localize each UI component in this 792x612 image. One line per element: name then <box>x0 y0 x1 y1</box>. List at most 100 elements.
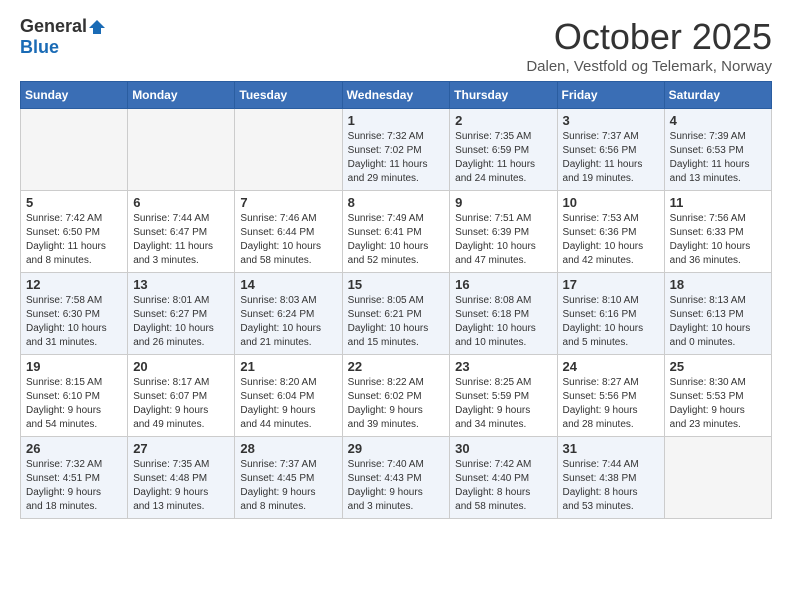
cell-info-text: Sunrise: 7:42 AM Sunset: 6:50 PM Dayligh… <box>26 212 122 268</box>
cell-info-text: Sunrise: 8:13 AM Sunset: 6:13 PM Dayligh… <box>670 294 766 350</box>
cell-date-number: 9 <box>455 195 551 210</box>
title-block: October 2025 Dalen, Vestfold og Telemark… <box>526 16 772 75</box>
day-header-sunday: Sunday <box>21 82 128 109</box>
cell-info-text: Sunrise: 8:30 AM Sunset: 5:53 PM Dayligh… <box>670 376 766 432</box>
cell-info-text: Sunrise: 8:27 AM Sunset: 5:56 PM Dayligh… <box>563 376 659 432</box>
cell-info-text: Sunrise: 7:42 AM Sunset: 4:40 PM Dayligh… <box>455 458 551 514</box>
cell-date-number: 4 <box>670 113 766 128</box>
calendar-cell: 6 Sunrise: 7:44 AM Sunset: 6:47 PM Daylig… <box>128 191 235 273</box>
cell-date-number: 25 <box>670 359 766 374</box>
calendar-cell <box>235 109 342 191</box>
cell-info-text: Sunrise: 8:05 AM Sunset: 6:21 PM Dayligh… <box>348 294 445 350</box>
cell-date-number: 22 <box>348 359 445 374</box>
cell-date-number: 11 <box>670 195 766 210</box>
calendar-week-3: 12 Sunrise: 7:58 AM Sunset: 6:30 PM Dayli… <box>21 273 772 355</box>
cell-info-text: Sunrise: 8:08 AM Sunset: 6:18 PM Dayligh… <box>455 294 551 350</box>
calendar-cell: 30 Sunrise: 7:42 AM Sunset: 4:40 PM Dayli… <box>450 437 557 519</box>
cell-info-text: Sunrise: 8:10 AM Sunset: 6:16 PM Dayligh… <box>563 294 659 350</box>
calendar-cell: 25 Sunrise: 8:30 AM Sunset: 5:53 PM Dayli… <box>664 355 771 437</box>
calendar-cell: 13Sunrise: 8:01 AM Sunset: 6:27 PM Dayli… <box>128 273 235 355</box>
cell-info-text: Sunrise: 7:51 AM Sunset: 6:39 PM Dayligh… <box>455 212 551 268</box>
cell-date-number: 14 <box>240 277 336 292</box>
cell-date-number: 12 <box>26 277 122 292</box>
calendar-cell: 14 Sunrise: 8:03 AM Sunset: 6:24 PM Dayli… <box>235 273 342 355</box>
cell-date-number: 26 <box>26 441 122 456</box>
cell-date-number: 16 <box>455 277 551 292</box>
cell-date-number: 23 <box>455 359 551 374</box>
calendar-cell: 5 Sunrise: 7:42 AM Sunset: 6:50 PM Daylig… <box>21 191 128 273</box>
calendar-cell: 24 Sunrise: 8:27 AM Sunset: 5:56 PM Dayli… <box>557 355 664 437</box>
cell-date-number: 3 <box>563 113 659 128</box>
calendar-cell: 28Sunrise: 7:37 AM Sunset: 4:45 PM Dayli… <box>235 437 342 519</box>
day-header-wednesday: Wednesday <box>342 82 450 109</box>
calendar-cell: 21Sunrise: 8:20 AM Sunset: 6:04 PM Dayli… <box>235 355 342 437</box>
calendar-week-4: 19Sunrise: 8:15 AM Sunset: 6:10 PM Dayli… <box>21 355 772 437</box>
calendar-cell: 4 Sunrise: 7:39 AM Sunset: 6:53 PM Daylig… <box>664 109 771 191</box>
cell-date-number: 15 <box>348 277 445 292</box>
day-header-thursday: Thursday <box>450 82 557 109</box>
cell-info-text: Sunrise: 8:25 AM Sunset: 5:59 PM Dayligh… <box>455 376 551 432</box>
day-header-tuesday: Tuesday <box>235 82 342 109</box>
cell-info-text: Sunrise: 7:32 AM Sunset: 7:02 PM Dayligh… <box>348 130 445 186</box>
day-header-monday: Monday <box>128 82 235 109</box>
calendar-cell <box>128 109 235 191</box>
calendar-cell: 15 Sunrise: 8:05 AM Sunset: 6:21 PM Dayli… <box>342 273 450 355</box>
header: General Blue October 2025 Dalen, Vestfol… <box>20 16 772 75</box>
calendar-table: SundayMondayTuesdayWednesdayThursdayFrid… <box>20 81 772 519</box>
cell-date-number: 17 <box>563 277 659 292</box>
cell-info-text: Sunrise: 7:49 AM Sunset: 6:41 PM Dayligh… <box>348 212 445 268</box>
calendar-cell: 11 Sunrise: 7:56 AM Sunset: 6:33 PM Dayli… <box>664 191 771 273</box>
cell-info-text: Sunrise: 7:39 AM Sunset: 6:53 PM Dayligh… <box>670 130 766 186</box>
cell-date-number: 24 <box>563 359 659 374</box>
calendar-cell: 12 Sunrise: 7:58 AM Sunset: 6:30 PM Dayli… <box>21 273 128 355</box>
cell-date-number: 2 <box>455 113 551 128</box>
cell-info-text: Sunrise: 8:22 AM Sunset: 6:02 PM Dayligh… <box>348 376 445 432</box>
calendar-cell: 2 Sunrise: 7:35 AM Sunset: 6:59 PM Daylig… <box>450 109 557 191</box>
calendar-cell: 27Sunrise: 7:35 AM Sunset: 4:48 PM Dayli… <box>128 437 235 519</box>
cell-date-number: 5 <box>26 195 122 210</box>
cell-info-text: Sunrise: 7:58 AM Sunset: 6:30 PM Dayligh… <box>26 294 122 350</box>
cell-date-number: 20 <box>133 359 229 374</box>
calendar-cell <box>21 109 128 191</box>
cell-date-number: 29 <box>348 441 445 456</box>
calendar-cell: 23 Sunrise: 8:25 AM Sunset: 5:59 PM Dayli… <box>450 355 557 437</box>
calendar-cell: 29 Sunrise: 7:40 AM Sunset: 4:43 PM Dayli… <box>342 437 450 519</box>
cell-date-number: 1 <box>348 113 445 128</box>
calendar-week-1: 1 Sunrise: 7:32 AM Sunset: 7:02 PM Daylig… <box>21 109 772 191</box>
cell-date-number: 28 <box>240 441 336 456</box>
cell-info-text: Sunrise: 8:15 AM Sunset: 6:10 PM Dayligh… <box>26 376 122 432</box>
cell-date-number: 21 <box>240 359 336 374</box>
cell-date-number: 6 <box>133 195 229 210</box>
day-header-friday: Friday <box>557 82 664 109</box>
calendar-cell: 18 Sunrise: 8:13 AM Sunset: 6:13 PM Dayli… <box>664 273 771 355</box>
cell-info-text: Sunrise: 7:46 AM Sunset: 6:44 PM Dayligh… <box>240 212 336 268</box>
cell-info-text: Sunrise: 7:56 AM Sunset: 6:33 PM Dayligh… <box>670 212 766 268</box>
cell-info-text: Sunrise: 7:44 AM Sunset: 4:38 PM Dayligh… <box>563 458 659 514</box>
cell-info-text: Sunrise: 8:01 AM Sunset: 6:27 PM Dayligh… <box>133 294 229 350</box>
calendar-cell: 17 Sunrise: 8:10 AM Sunset: 6:16 PM Dayli… <box>557 273 664 355</box>
calendar-cell: 8Sunrise: 7:49 AM Sunset: 6:41 PM Daylig… <box>342 191 450 273</box>
cell-info-text: Sunrise: 7:53 AM Sunset: 6:36 PM Dayligh… <box>563 212 659 268</box>
day-header-saturday: Saturday <box>664 82 771 109</box>
calendar-cell: 22 Sunrise: 8:22 AM Sunset: 6:02 PM Dayli… <box>342 355 450 437</box>
cell-info-text: Sunrise: 7:44 AM Sunset: 6:47 PM Dayligh… <box>133 212 229 268</box>
cell-info-text: Sunrise: 7:35 AM Sunset: 4:48 PM Dayligh… <box>133 458 229 514</box>
cell-info-text: Sunrise: 7:40 AM Sunset: 4:43 PM Dayligh… <box>348 458 445 514</box>
cell-date-number: 18 <box>670 277 766 292</box>
cell-info-text: Sunrise: 8:17 AM Sunset: 6:07 PM Dayligh… <box>133 376 229 432</box>
cell-info-text: Sunrise: 7:37 AM Sunset: 6:56 PM Dayligh… <box>563 130 659 186</box>
cell-info-text: Sunrise: 7:35 AM Sunset: 6:59 PM Dayligh… <box>455 130 551 186</box>
calendar-cell: 20 Sunrise: 8:17 AM Sunset: 6:07 PM Dayli… <box>128 355 235 437</box>
logo-icon <box>89 18 107 36</box>
logo-general-text: General <box>20 16 87 37</box>
cell-date-number: 10 <box>563 195 659 210</box>
page: General Blue October 2025 Dalen, Vestfol… <box>0 0 792 539</box>
month-title: October 2025 <box>526 16 772 58</box>
cell-date-number: 31 <box>563 441 659 456</box>
cell-info-text: Sunrise: 8:03 AM Sunset: 6:24 PM Dayligh… <box>240 294 336 350</box>
calendar-cell: 31 Sunrise: 7:44 AM Sunset: 4:38 PM Dayli… <box>557 437 664 519</box>
cell-date-number: 30 <box>455 441 551 456</box>
calendar-cell: 7Sunrise: 7:46 AM Sunset: 6:44 PM Daylig… <box>235 191 342 273</box>
logo: General Blue <box>20 16 107 58</box>
calendar-cell: 3 Sunrise: 7:37 AM Sunset: 6:56 PM Daylig… <box>557 109 664 191</box>
